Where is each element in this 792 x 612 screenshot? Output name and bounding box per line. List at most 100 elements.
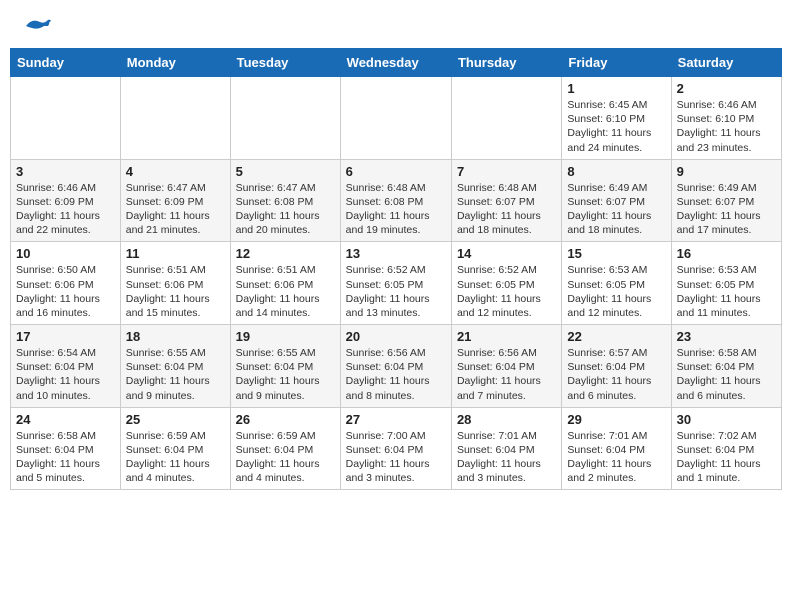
day-number: 1: [567, 81, 665, 96]
calendar-cell: 2 Sunrise: 6:46 AM Sunset: 6:10 PM Daylig…: [671, 77, 781, 160]
day-number: 28: [457, 412, 556, 427]
col-header-friday: Friday: [562, 49, 671, 77]
col-header-tuesday: Tuesday: [230, 49, 340, 77]
calendar-cell: 26 Sunrise: 6:59 AM Sunset: 6:04 PM Dayli…: [230, 407, 340, 490]
calendar-cell: 1 Sunrise: 6:45 AM Sunset: 6:10 PM Daylig…: [562, 77, 671, 160]
day-info: Sunrise: 7:00 AM Sunset: 6:04 PM Dayligh…: [346, 429, 446, 486]
calendar-cell: [120, 77, 230, 160]
day-number: 5: [236, 164, 335, 179]
day-info: Sunrise: 6:51 AM Sunset: 6:06 PM Dayligh…: [126, 263, 225, 320]
day-info: Sunrise: 6:53 AM Sunset: 6:05 PM Dayligh…: [677, 263, 776, 320]
day-number: 24: [16, 412, 115, 427]
day-number: 10: [16, 246, 115, 261]
day-info: Sunrise: 7:01 AM Sunset: 6:04 PM Dayligh…: [457, 429, 556, 486]
calendar-cell: 20 Sunrise: 6:56 AM Sunset: 6:04 PM Dayli…: [340, 325, 451, 408]
day-info: Sunrise: 6:53 AM Sunset: 6:05 PM Dayligh…: [567, 263, 665, 320]
calendar-cell: [11, 77, 121, 160]
calendar-week-row: 17 Sunrise: 6:54 AM Sunset: 6:04 PM Dayli…: [11, 325, 782, 408]
day-number: 3: [16, 164, 115, 179]
col-header-sunday: Sunday: [11, 49, 121, 77]
calendar-week-row: 24 Sunrise: 6:58 AM Sunset: 6:04 PM Dayli…: [11, 407, 782, 490]
calendar-cell: 8 Sunrise: 6:49 AM Sunset: 6:07 PM Daylig…: [562, 159, 671, 242]
calendar-header-row: SundayMondayTuesdayWednesdayThursdayFrid…: [11, 49, 782, 77]
day-number: 7: [457, 164, 556, 179]
col-header-thursday: Thursday: [451, 49, 561, 77]
day-number: 8: [567, 164, 665, 179]
day-number: 4: [126, 164, 225, 179]
calendar-cell: 10 Sunrise: 6:50 AM Sunset: 6:06 PM Dayli…: [11, 242, 121, 325]
calendar-cell: 9 Sunrise: 6:49 AM Sunset: 6:07 PM Daylig…: [671, 159, 781, 242]
logo-bird-icon: [24, 16, 52, 36]
day-info: Sunrise: 6:46 AM Sunset: 6:10 PM Dayligh…: [677, 98, 776, 155]
day-info: Sunrise: 6:55 AM Sunset: 6:04 PM Dayligh…: [126, 346, 225, 403]
calendar-cell: 25Sunrise: 6:59 AM Sunset: 6:04 PM Dayli…: [120, 407, 230, 490]
calendar-table: SundayMondayTuesdayWednesdayThursdayFrid…: [10, 48, 782, 490]
day-info: Sunrise: 6:57 AM Sunset: 6:04 PM Dayligh…: [567, 346, 665, 403]
calendar-cell: 29 Sunrise: 7:01 AM Sunset: 6:04 PM Dayli…: [562, 407, 671, 490]
day-number: 20: [346, 329, 446, 344]
day-info: Sunrise: 6:48 AM Sunset: 6:08 PM Dayligh…: [346, 181, 446, 238]
day-info: Sunrise: 6:50 AM Sunset: 6:06 PM Dayligh…: [16, 263, 115, 320]
calendar-week-row: 10 Sunrise: 6:50 AM Sunset: 6:06 PM Dayli…: [11, 242, 782, 325]
day-number: 12: [236, 246, 335, 261]
calendar-cell: [340, 77, 451, 160]
day-info: Sunrise: 6:58 AM Sunset: 6:04 PM Dayligh…: [677, 346, 776, 403]
day-info: Sunrise: 6:54 AM Sunset: 6:04 PM Dayligh…: [16, 346, 115, 403]
day-info: Sunrise: 6:49 AM Sunset: 6:07 PM Dayligh…: [567, 181, 665, 238]
calendar-cell: [451, 77, 561, 160]
day-number: 29: [567, 412, 665, 427]
day-info: Sunrise: 6:46 AM Sunset: 6:09 PM Dayligh…: [16, 181, 115, 238]
calendar-cell: 14Sunrise: 6:52 AM Sunset: 6:05 PM Dayli…: [451, 242, 561, 325]
day-info: Sunrise: 6:56 AM Sunset: 6:04 PM Dayligh…: [346, 346, 446, 403]
day-number: 9: [677, 164, 776, 179]
calendar-cell: 12 Sunrise: 6:51 AM Sunset: 6:06 PM Dayli…: [230, 242, 340, 325]
calendar-cell: 22Sunrise: 6:57 AM Sunset: 6:04 PM Dayli…: [562, 325, 671, 408]
calendar-cell: 27Sunrise: 7:00 AM Sunset: 6:04 PM Dayli…: [340, 407, 451, 490]
calendar-cell: 5 Sunrise: 6:47 AM Sunset: 6:08 PM Daylig…: [230, 159, 340, 242]
calendar-cell: 13 Sunrise: 6:52 AM Sunset: 6:05 PM Dayli…: [340, 242, 451, 325]
day-number: 16: [677, 246, 776, 261]
day-number: 21: [457, 329, 556, 344]
col-header-monday: Monday: [120, 49, 230, 77]
calendar-cell: 4 Sunrise: 6:47 AM Sunset: 6:09 PM Daylig…: [120, 159, 230, 242]
calendar-week-row: 1 Sunrise: 6:45 AM Sunset: 6:10 PM Daylig…: [11, 77, 782, 160]
calendar-cell: 23Sunrise: 6:58 AM Sunset: 6:04 PM Dayli…: [671, 325, 781, 408]
day-info: Sunrise: 6:47 AM Sunset: 6:09 PM Dayligh…: [126, 181, 225, 238]
calendar-cell: 24 Sunrise: 6:58 AM Sunset: 6:04 PM Dayli…: [11, 407, 121, 490]
day-number: 2: [677, 81, 776, 96]
calendar-cell: 3 Sunrise: 6:46 AM Sunset: 6:09 PM Daylig…: [11, 159, 121, 242]
day-info: Sunrise: 6:55 AM Sunset: 6:04 PM Dayligh…: [236, 346, 335, 403]
calendar-week-row: 3 Sunrise: 6:46 AM Sunset: 6:09 PM Daylig…: [11, 159, 782, 242]
day-info: Sunrise: 6:47 AM Sunset: 6:08 PM Dayligh…: [236, 181, 335, 238]
day-info: Sunrise: 6:56 AM Sunset: 6:04 PM Dayligh…: [457, 346, 556, 403]
day-number: 17: [16, 329, 115, 344]
calendar-cell: 28 Sunrise: 7:01 AM Sunset: 6:04 PM Dayli…: [451, 407, 561, 490]
day-info: Sunrise: 6:49 AM Sunset: 6:07 PM Dayligh…: [677, 181, 776, 238]
logo: [20, 16, 52, 36]
day-info: Sunrise: 7:02 AM Sunset: 6:04 PM Dayligh…: [677, 429, 776, 486]
day-info: Sunrise: 6:59 AM Sunset: 6:04 PM Dayligh…: [236, 429, 335, 486]
day-info: Sunrise: 6:51 AM Sunset: 6:06 PM Dayligh…: [236, 263, 335, 320]
calendar-cell: 21 Sunrise: 6:56 AM Sunset: 6:04 PM Dayli…: [451, 325, 561, 408]
day-number: 14: [457, 246, 556, 261]
col-header-wednesday: Wednesday: [340, 49, 451, 77]
day-info: Sunrise: 6:45 AM Sunset: 6:10 PM Dayligh…: [567, 98, 665, 155]
day-number: 13: [346, 246, 446, 261]
day-info: Sunrise: 6:52 AM Sunset: 6:05 PM Dayligh…: [346, 263, 446, 320]
calendar-cell: 18Sunrise: 6:55 AM Sunset: 6:04 PM Dayli…: [120, 325, 230, 408]
day-info: Sunrise: 6:48 AM Sunset: 6:07 PM Dayligh…: [457, 181, 556, 238]
calendar-cell: 15Sunrise: 6:53 AM Sunset: 6:05 PM Dayli…: [562, 242, 671, 325]
day-info: Sunrise: 6:58 AM Sunset: 6:04 PM Dayligh…: [16, 429, 115, 486]
calendar-cell: 7 Sunrise: 6:48 AM Sunset: 6:07 PM Daylig…: [451, 159, 561, 242]
day-number: 11: [126, 246, 225, 261]
day-number: 26: [236, 412, 335, 427]
calendar-wrapper: SundayMondayTuesdayWednesdayThursdayFrid…: [0, 48, 792, 500]
calendar-cell: 11 Sunrise: 6:51 AM Sunset: 6:06 PM Dayli…: [120, 242, 230, 325]
calendar-cell: 16 Sunrise: 6:53 AM Sunset: 6:05 PM Dayli…: [671, 242, 781, 325]
day-number: 25: [126, 412, 225, 427]
calendar-cell: 30 Sunrise: 7:02 AM Sunset: 6:04 PM Dayli…: [671, 407, 781, 490]
day-number: 30: [677, 412, 776, 427]
day-info: Sunrise: 7:01 AM Sunset: 6:04 PM Dayligh…: [567, 429, 665, 486]
calendar-cell: 17 Sunrise: 6:54 AM Sunset: 6:04 PM Dayli…: [11, 325, 121, 408]
page-header: [0, 0, 792, 44]
